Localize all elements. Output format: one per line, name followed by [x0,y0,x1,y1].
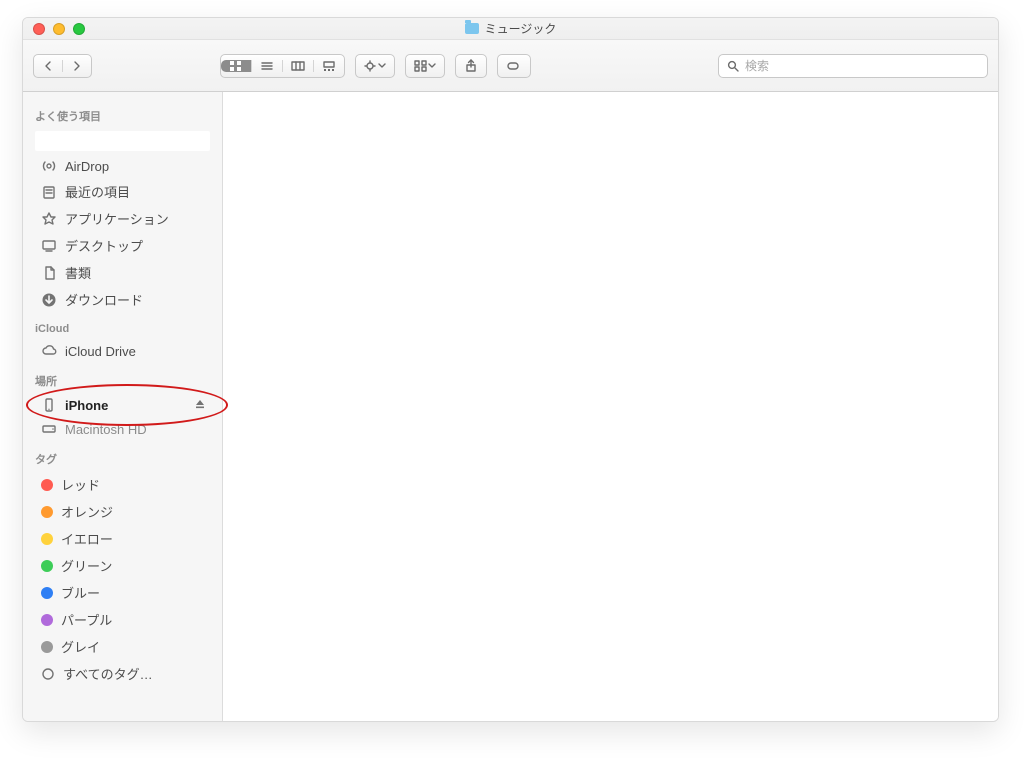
cloud-icon [41,343,57,359]
sidebar-tag-orange[interactable]: オレンジ [23,498,222,525]
sidebar-item-airdrop[interactable]: AirDrop [23,154,222,178]
view-icon-button[interactable] [221,60,251,72]
search-field[interactable] [718,54,988,78]
tag-dot-icon [41,560,53,572]
sidebar-item-label: アプリケーション [65,209,212,228]
fullscreen-window-button[interactable] [73,23,85,35]
window-body: よく使う項目 AirDrop 最近の項目 アプリケーション デスクトップ [23,92,998,721]
window-controls [33,23,85,35]
sidebar-item-label: グリーン [61,556,212,575]
content-area [223,92,998,721]
view-gallery-button[interactable] [313,60,344,72]
sidebar-item-label: グレイ [61,637,212,656]
view-column-button[interactable] [282,60,313,72]
sidebar-item-label: すべてのタグ… [63,664,212,683]
gear-icon [364,60,378,72]
sidebar-item-downloads[interactable]: ダウンロード [23,286,222,313]
sidebar-item-label: オレンジ [61,502,212,521]
sidebar-tag-all[interactable]: すべてのタグ… [23,660,222,687]
sidebar-item-applications[interactable]: アプリケーション [23,205,222,232]
tag-dot-icon [41,479,53,491]
sidebar-item-icloud-drive[interactable]: iCloud Drive [23,339,222,363]
sidebar-tag-green[interactable]: グリーン [23,552,222,579]
documents-icon [41,265,57,281]
sidebar: よく使う項目 AirDrop 最近の項目 アプリケーション デスクトップ [23,92,223,721]
minimize-window-button[interactable] [53,23,65,35]
tag-dot-icon [41,587,53,599]
search-input[interactable] [745,59,979,73]
sidebar-item-iphone[interactable]: iPhone [23,393,222,417]
sidebar-tag-yellow[interactable]: イエロー [23,525,222,552]
sidebar-tag-purple[interactable]: パープル [23,606,222,633]
finder-window: ミュージック [22,17,999,722]
forward-button[interactable] [62,60,91,72]
sidebar-item-recents[interactable]: 最近の項目 [23,178,222,205]
tag-dot-icon [41,533,53,545]
tag-dot-icon [41,614,53,626]
sidebar-section-favorites: よく使う項目 [23,98,222,128]
sidebar-item-documents[interactable]: 書類 [23,259,222,286]
sidebar-item-label: AirDrop [65,159,212,174]
sidebar-item-label: ダウンロード [65,290,212,309]
sidebar-section-locations: 場所 [23,363,222,393]
tag-icon [506,60,522,72]
recents-icon [41,184,57,200]
sidebar-item-label: イエロー [61,529,212,548]
sidebar-section-tags: タグ [23,441,222,471]
search-icon [727,60,739,72]
sidebar-item-label: ブルー [61,583,212,602]
iphone-icon [41,397,57,413]
action-menu[interactable] [355,54,395,78]
disk-icon [41,421,57,437]
sidebar-tag-gray[interactable]: グレイ [23,633,222,660]
chevron-down-icon [378,60,386,72]
sidebar-item-label: デスクトップ [65,236,212,255]
view-list-button[interactable] [251,60,282,72]
sidebar-section-icloud: iCloud [23,313,222,339]
sidebar-item-macintosh-hd[interactable]: Macintosh HD [23,417,222,441]
group-by-menu[interactable] [405,54,445,78]
close-window-button[interactable] [33,23,45,35]
toolbar [23,40,998,92]
sidebar-tag-red[interactable]: レッド [23,471,222,498]
eject-icon [194,398,206,410]
grid-icon [414,60,428,72]
titlebar: ミュージック [23,18,998,40]
sidebar-item-label: iCloud Drive [65,344,212,359]
applications-icon [41,211,57,227]
sidebar-item-label: Macintosh HD [65,422,212,437]
add-tags-button[interactable] [497,54,531,78]
desktop-icon [41,238,57,254]
downloads-icon [41,292,57,308]
share-icon [464,59,478,73]
sidebar-item-desktop[interactable]: デスクトップ [23,232,222,259]
sidebar-item-label: 最近の項目 [65,182,212,201]
nav-buttons [33,54,92,78]
tag-dot-icon [41,506,53,518]
folder-icon [465,23,479,34]
chevron-down-icon [428,60,436,72]
window-title: ミュージック [485,20,557,37]
sidebar-item-label: 書類 [65,263,212,282]
view-mode-switcher [220,54,345,78]
back-button[interactable] [34,60,62,72]
eject-button[interactable] [194,398,206,413]
share-button[interactable] [455,54,487,78]
sidebar-item-label: パープル [61,610,212,629]
sidebar-item-label: レッド [61,475,212,494]
all-tags-icon [41,667,55,681]
airdrop-icon [41,158,57,174]
sidebar-item-redacted[interactable] [35,131,210,151]
sidebar-item-label: iPhone [65,398,186,413]
sidebar-tag-blue[interactable]: ブルー [23,579,222,606]
tag-dot-icon [41,641,53,653]
